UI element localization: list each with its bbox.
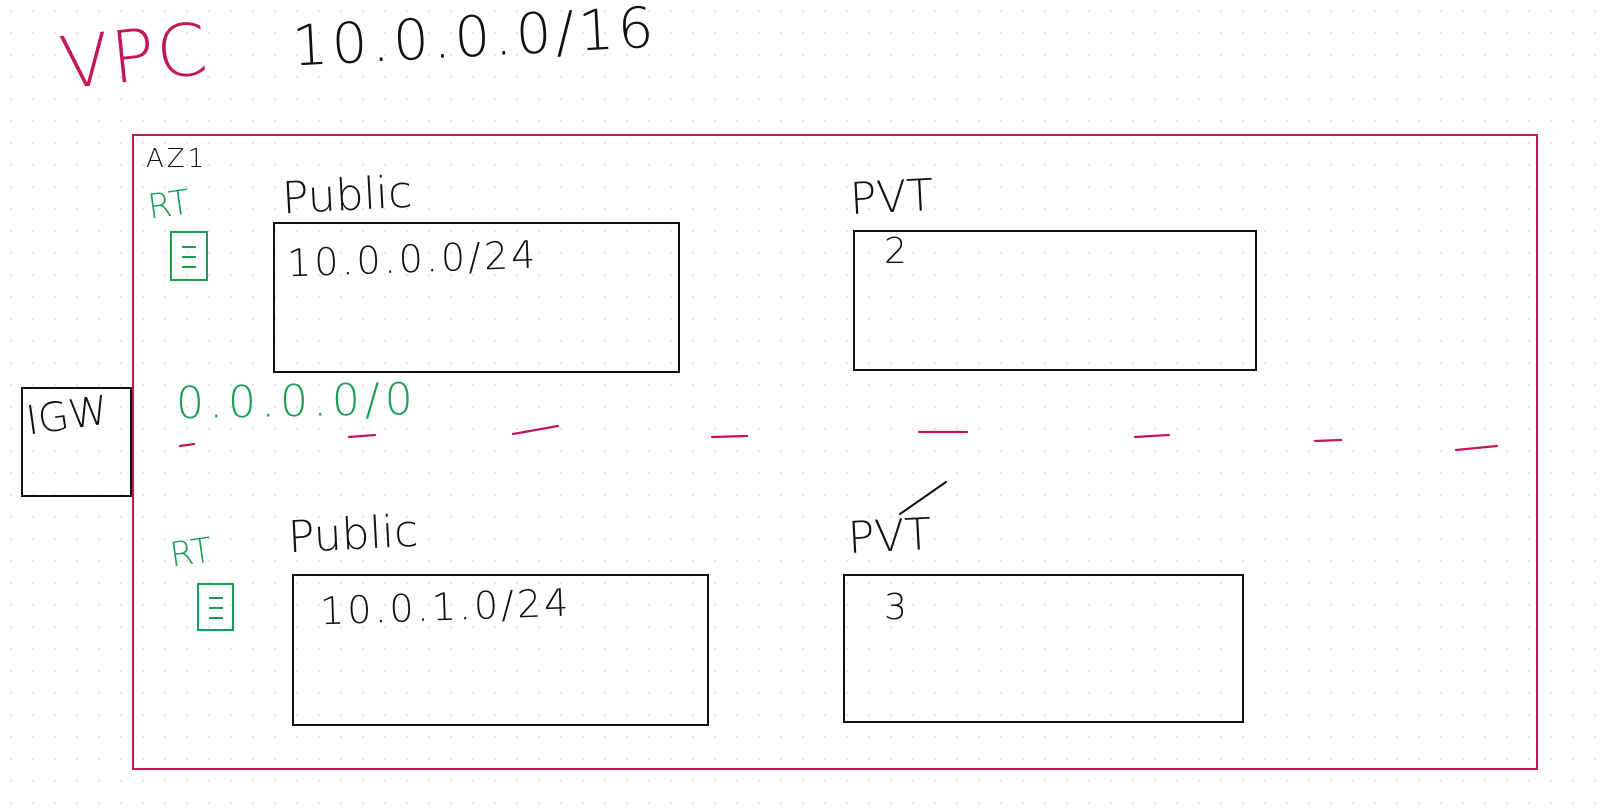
whiteboard-canvas: VPC 10.0.0.0/16 IGW AZ1 RT RT Public 10.… xyxy=(0,0,1604,809)
subnet-number-private-2: 3 xyxy=(884,587,907,628)
pvt-underline-stroke xyxy=(899,481,947,515)
